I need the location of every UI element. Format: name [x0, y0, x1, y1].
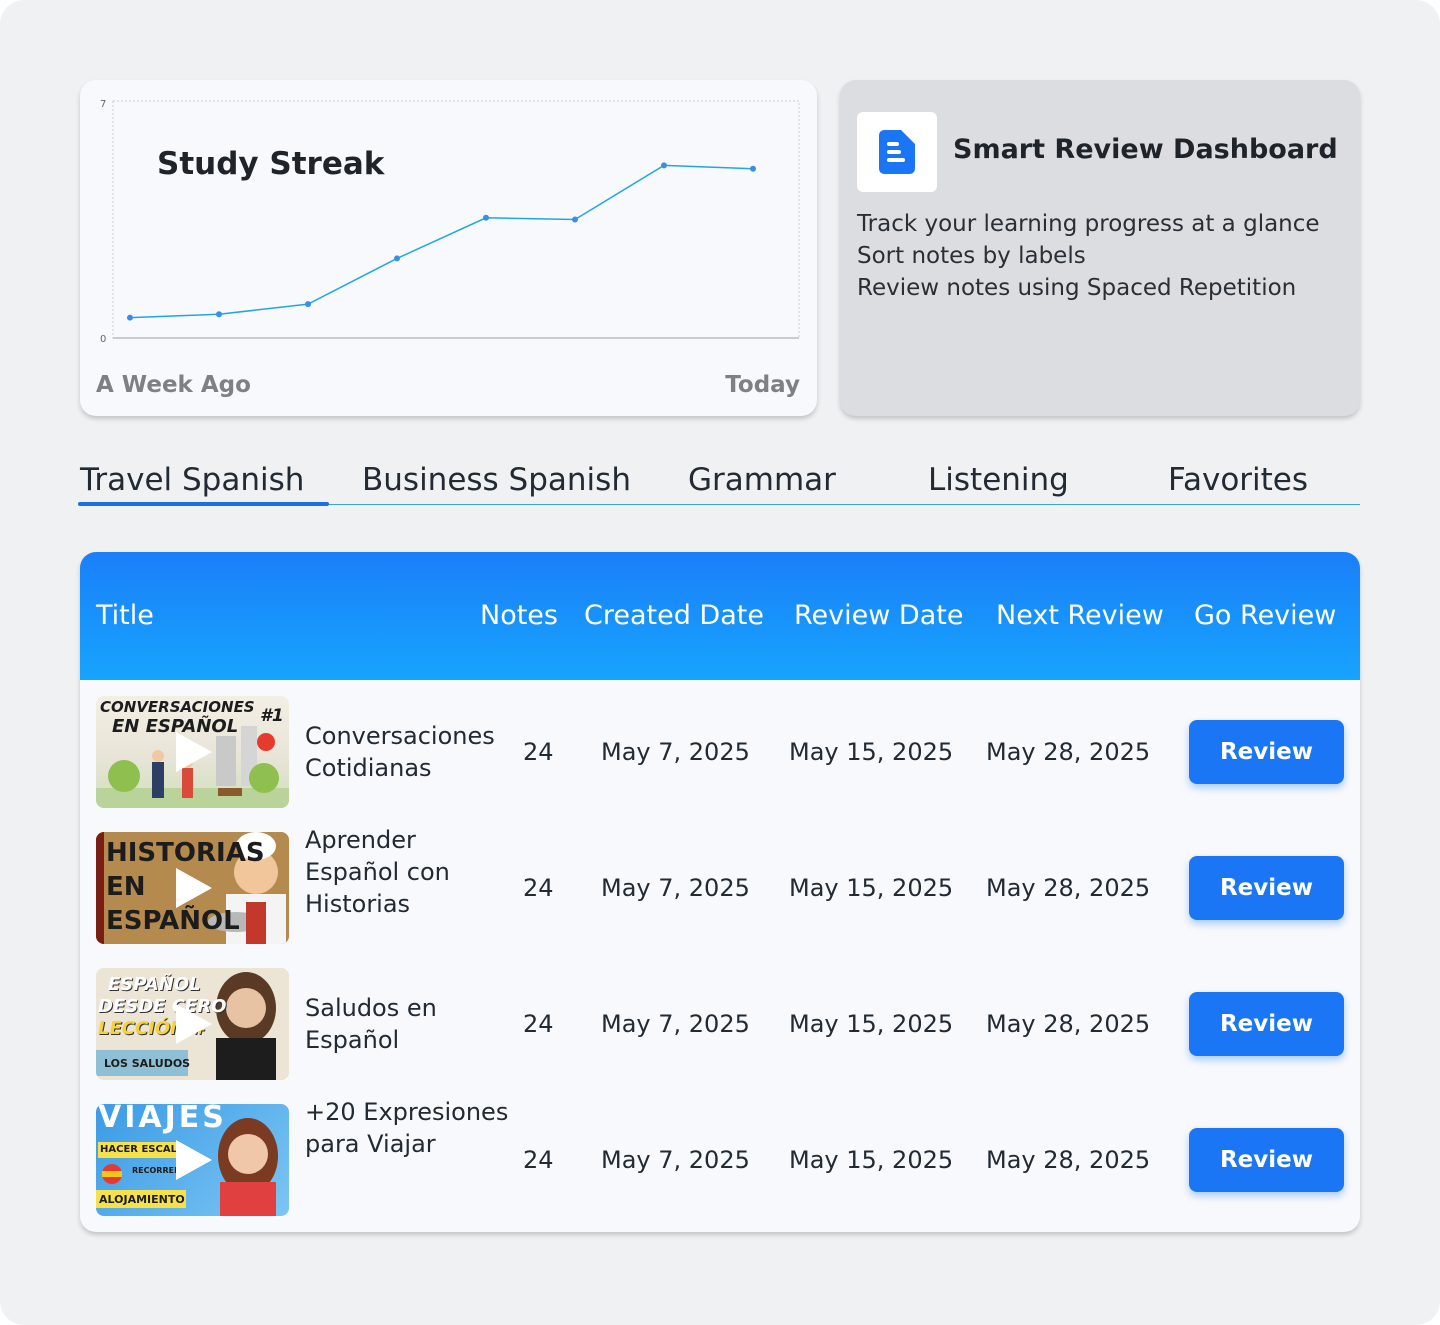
table-row: ESPAÑOL DESDE CERO LECCIÓN # LOS SALUDOS… [80, 952, 1360, 1088]
video-thumbnail[interactable]: ESPAÑOL DESDE CERO LECCIÓN # LOS SALUDOS [96, 968, 289, 1080]
review-button[interactable]: Review [1189, 1128, 1344, 1192]
row-next-review: May 28, 2025 [986, 1146, 1151, 1174]
row-review-date: May 15, 2025 [789, 874, 954, 902]
streak-data-point [483, 214, 489, 221]
thumbnail-caption: EN [106, 872, 146, 902]
row-notes-count: 24 [523, 1010, 554, 1038]
row-next-review: May 28, 2025 [986, 1010, 1151, 1038]
tab-travel-spanish[interactable]: Travel Spanish [80, 461, 304, 499]
row-review-date: May 15, 2025 [789, 1146, 954, 1174]
tab-grammar[interactable]: Grammar [688, 461, 836, 499]
table-row: CONVERSACIONES EN ESPAÑOL #1 Conversacio… [80, 680, 1360, 816]
chart-marks [127, 162, 756, 321]
streak-data-point [661, 162, 667, 169]
review-button[interactable]: Review [1189, 992, 1344, 1056]
row-title: Conversaciones Cotidianas [305, 722, 495, 782]
column-header-notes: Notes [480, 600, 558, 631]
streak-data-point [394, 255, 400, 262]
row-notes-count: 24 [523, 738, 554, 766]
column-header-go-review: Go Review [1194, 600, 1337, 631]
row-review-date: May 15, 2025 [789, 1010, 954, 1038]
info-feature-list: Track your learning progress at a glance… [857, 208, 1347, 304]
info-feature-line: Sort notes by labels [857, 243, 1086, 269]
chart-title: Study Streak [157, 146, 385, 182]
info-title: Smart Review Dashboard [953, 134, 1338, 165]
row-next-review: May 28, 2025 [986, 738, 1151, 766]
tab-listening[interactable]: Listening [928, 461, 1069, 499]
thumbnail-caption: HACER ESCALA [100, 1144, 185, 1155]
thumbnail-caption: ESPAÑOL [108, 974, 201, 995]
play-icon [176, 732, 212, 772]
study-streak-chart: 7 0 [100, 99, 800, 345]
row-title: Aprender Español con Historias [305, 826, 450, 918]
streak-series-line [129, 164, 754, 319]
play-icon [176, 868, 212, 908]
active-tab-indicator [78, 502, 329, 506]
row-notes-count: 24 [523, 1146, 554, 1174]
table-header: Title Notes Created Date Review Date Nex… [80, 552, 1360, 680]
row-created-date: May 7, 2025 [601, 874, 750, 902]
y-tick-max: 7 [100, 99, 106, 110]
row-created-date: May 7, 2025 [601, 1146, 750, 1174]
streak-data-point [127, 314, 133, 321]
streak-data-point [216, 311, 222, 318]
thumbnail-caption: VIAJES [98, 1104, 227, 1135]
video-thumbnail[interactable]: CONVERSACIONES EN ESPAÑOL #1 [96, 696, 289, 808]
notes-table: Title Notes Created Date Review Date Nex… [80, 552, 1360, 1232]
review-button[interactable]: Review [1189, 856, 1344, 920]
play-icon [176, 1004, 212, 1044]
thumbnail-caption: CONVERSACIONES [100, 698, 255, 716]
streak-data-point [750, 165, 756, 172]
thumbnail-caption: #1 [260, 706, 284, 726]
row-created-date: May 7, 2025 [601, 1010, 750, 1038]
chart-x-label-end: Today [725, 372, 800, 398]
column-header-review-date: Review Date [794, 600, 964, 631]
category-tabs: Travel Spanish Business Spanish Grammar … [78, 455, 1360, 506]
thumbnail-caption: ALOJAMIENTO [99, 1193, 185, 1206]
video-thumbnail[interactable]: HISTORIAS EN ESPAÑOL [96, 832, 289, 944]
info-feature-line: Track your learning progress at a glance [857, 211, 1320, 237]
info-card: Smart Review Dashboard Track your learni… [840, 80, 1360, 416]
streak-data-point [305, 301, 311, 308]
chart-x-label-start: A Week Ago [96, 372, 251, 398]
thumbnail-caption: LOS SALUDOS [104, 1057, 191, 1070]
chart-plot-area [112, 100, 800, 339]
tab-favorites[interactable]: Favorites [1168, 461, 1308, 499]
column-header-next-review: Next Review [996, 600, 1164, 631]
video-thumbnail[interactable]: VIAJES HACER ESCALA RECORRER E ALOJAMIEN… [96, 1104, 289, 1216]
dashboard-page: 7 0 Study Streak A Week Ago Today Smart … [0, 0, 1440, 1325]
row-created-date: May 7, 2025 [601, 738, 750, 766]
table-row: HISTORIAS EN ESPAÑOL Aprender Español co… [80, 816, 1360, 952]
document-icon [879, 130, 915, 174]
row-next-review: May 28, 2025 [986, 874, 1151, 902]
column-header-title: Title [96, 600, 154, 631]
app-logo [857, 112, 937, 192]
streak-data-point [572, 216, 578, 223]
column-header-created-date: Created Date [584, 600, 764, 631]
info-feature-line: Review notes using Spaced Repetition [857, 275, 1297, 301]
y-tick-min: 0 [100, 334, 106, 345]
row-notes-count: 24 [523, 874, 554, 902]
review-button[interactable]: Review [1189, 720, 1344, 784]
row-title: Saludos en Español [305, 994, 437, 1054]
row-review-date: May 15, 2025 [789, 738, 954, 766]
table-row: VIAJES HACER ESCALA RECORRER E ALOJAMIEN… [80, 1088, 1360, 1224]
thumbnail-caption: ESPAÑOL [106, 906, 240, 936]
study-streak-card: 7 0 Study Streak A Week Ago Today [80, 80, 817, 416]
thumbnail-caption: HISTORIAS [106, 838, 265, 868]
row-title: +20 Expresiones para Viajar [305, 1098, 509, 1158]
play-icon [176, 1140, 212, 1180]
tab-business-spanish[interactable]: Business Spanish [362, 461, 631, 499]
